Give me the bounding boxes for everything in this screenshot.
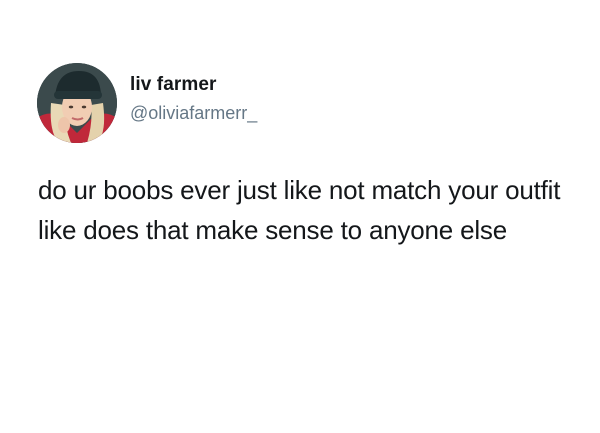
tweet-text: do ur boobs ever just like not match you… [38,175,561,245]
tweet-card: liv farmer @oliviafarmerr_ do ur boobs e… [0,0,600,433]
author-handle[interactable]: @oliviafarmerr_ [130,103,257,124]
avatar[interactable] [37,63,117,143]
author-name[interactable]: liv farmer [130,74,217,96]
